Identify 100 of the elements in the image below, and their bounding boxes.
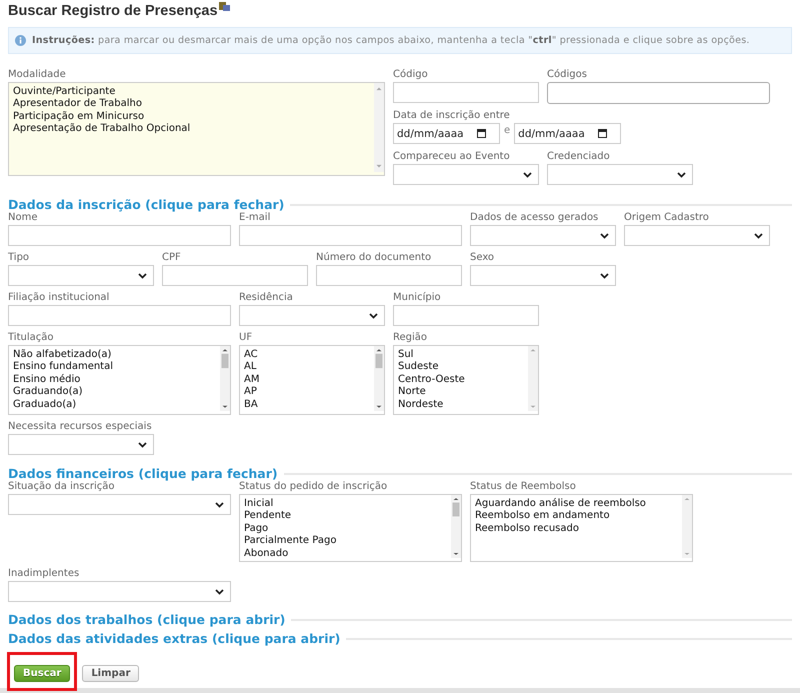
list-option[interactable]: Não alfabetizado(a) — [13, 349, 114, 362]
list-option[interactable]: Centro-Oeste — [398, 374, 465, 386]
caret-icon — [754, 232, 763, 238]
text-field[interactable] — [8, 305, 231, 326]
list-option[interactable]: Apresentação de Trabalho Opcional — [13, 123, 190, 136]
list-option[interactable]: Nordeste — [398, 398, 465, 412]
field-label: Número do documento — [316, 252, 432, 263]
field-label: Município — [393, 292, 441, 303]
separator-text: e — [504, 125, 510, 136]
list-option[interactable]: Pendente — [244, 510, 336, 523]
select-field[interactable] — [239, 305, 385, 326]
list-option[interactable]: Graduando(a) — [13, 386, 114, 399]
field-label: Compareceu ao Evento — [393, 151, 510, 162]
field-label: E-mail — [239, 212, 270, 223]
field-label: Status de Reembolso — [470, 481, 576, 492]
caret-icon — [369, 312, 378, 318]
field-label: Códigos — [547, 69, 587, 80]
field-label: Dados de acesso gerados — [470, 212, 598, 223]
document-icon[interactable] — [218, 2, 230, 11]
text-field[interactable] — [316, 265, 462, 286]
list-option[interactable]: Abonado — [244, 548, 336, 560]
text-field[interactable] — [8, 225, 231, 246]
list-box[interactable]: Sul Sudeste Centro-Oeste Norte Nordeste — [393, 345, 539, 415]
scrollbar[interactable] — [528, 346, 538, 411]
select-field[interactable] — [624, 225, 770, 246]
info-icon — [15, 35, 26, 46]
select-field[interactable] — [8, 434, 154, 455]
select-field[interactable] — [547, 164, 693, 185]
list-option[interactable]: AP — [244, 386, 260, 399]
list-option[interactable]: Ouvinte/Participante — [13, 86, 190, 98]
field-label: CPF — [162, 252, 181, 263]
field-label: Nome — [8, 212, 38, 223]
list-box[interactable]: Não alfabetizado(a) Ensino fundamental Ensino médio Graduando(a) Graduado(a) — [8, 345, 231, 415]
field-label: UF — [239, 332, 252, 343]
caret-icon — [677, 172, 686, 178]
list-option[interactable]: Aguardando análise de reembolso — [475, 498, 646, 510]
list-option[interactable]: Parcialmente Pago — [244, 535, 336, 548]
field-label: Inadimplentes — [8, 568, 80, 579]
list-option[interactable]: AM — [244, 374, 260, 386]
list-option[interactable]: AC — [244, 349, 260, 362]
list-option[interactable]: Participação em Minicurso — [13, 110, 190, 124]
field-label: Residência — [239, 292, 293, 303]
list-option[interactable]: Ensino médio — [13, 374, 114, 386]
scrollbar[interactable] — [220, 346, 230, 411]
field-label: Tipo — [8, 252, 30, 263]
text-field[interactable] — [393, 305, 539, 326]
list-option[interactable]: Ensino fundamental — [13, 361, 114, 374]
field-label: Filiação institucional — [8, 292, 110, 303]
field-label: Sexo — [470, 252, 494, 263]
list-option[interactable]: Graduado(a) — [13, 398, 114, 412]
list-option[interactable]: Pago — [244, 522, 336, 536]
clear-button[interactable]: Limpar — [82, 665, 140, 682]
list-option[interactable]: BA — [244, 398, 260, 412]
caret-icon — [600, 272, 609, 278]
field-label: Data de inscrição entre — [393, 110, 510, 121]
list-box[interactable]: AC AL AM AP BA — [239, 345, 385, 415]
caret-icon — [138, 442, 147, 448]
list-option[interactable]: Sul — [398, 349, 465, 362]
scrollbar[interactable] — [374, 346, 384, 411]
page-title: Buscar Registro de Presenças — [8, 2, 218, 20]
caret-icon — [215, 502, 224, 508]
select-field[interactable] — [470, 225, 616, 246]
text-area[interactable] — [547, 82, 770, 104]
list-box[interactable]: Inicial Pendente Pago Parcialmente Pago Abonado — [239, 494, 462, 562]
list-option[interactable]: Norte — [398, 386, 465, 399]
select-field[interactable] — [470, 265, 616, 286]
select-field[interactable] — [8, 581, 231, 602]
list-option[interactable]: Inicial — [244, 498, 336, 510]
scrollbar[interactable] — [451, 495, 461, 558]
caret-icon — [215, 588, 224, 594]
field-label: Região — [393, 332, 428, 343]
list-box[interactable]: Aguardando análise de reembolso Reembolso em andamento Reembolso recusado — [470, 494, 693, 562]
field-label: Credenciado — [547, 151, 610, 162]
caret-icon — [523, 172, 532, 178]
field-label: Código — [393, 69, 428, 80]
list-option[interactable]: Reembolso recusado — [475, 522, 646, 536]
list-box[interactable]: Ouvinte/Participante Apresentador de Trabalho Participação em Minicurso Apresentação de Trabalho Opcional — [8, 82, 385, 176]
text-field[interactable] — [393, 82, 539, 103]
date-field[interactable]: dd/mm/aaaa — [393, 123, 500, 144]
list-option[interactable]: AL — [244, 361, 260, 374]
text-field[interactable] — [162, 265, 308, 286]
select-field[interactable] — [8, 494, 231, 515]
list-option[interactable]: Apresentador de Trabalho — [13, 98, 190, 111]
calendar-icon[interactable] — [477, 129, 486, 138]
field-label: Titulação — [8, 332, 54, 343]
select-field[interactable] — [8, 265, 154, 286]
scrollbar[interactable] — [682, 495, 692, 558]
field-label: Modalidade — [8, 69, 66, 80]
scrollbar[interactable] — [374, 83, 384, 172]
text-field[interactable] — [239, 225, 462, 246]
date-field[interactable]: dd/mm/aaaa — [514, 123, 622, 144]
date-input[interactable]: dd/mm/aaaa — [397, 128, 477, 140]
date-input[interactable]: dd/mm/aaaa — [518, 128, 598, 140]
calendar-icon[interactable] — [598, 129, 608, 138]
field-label: Situação da inscrição — [8, 481, 115, 492]
field-label: Status do pedido de inscrição — [239, 481, 388, 492]
field-label: Origem Cadastro — [624, 212, 709, 223]
list-option[interactable]: Reembolso em andamento — [475, 510, 646, 523]
list-option[interactable]: Sudeste — [398, 361, 465, 374]
select-field[interactable] — [393, 164, 539, 185]
